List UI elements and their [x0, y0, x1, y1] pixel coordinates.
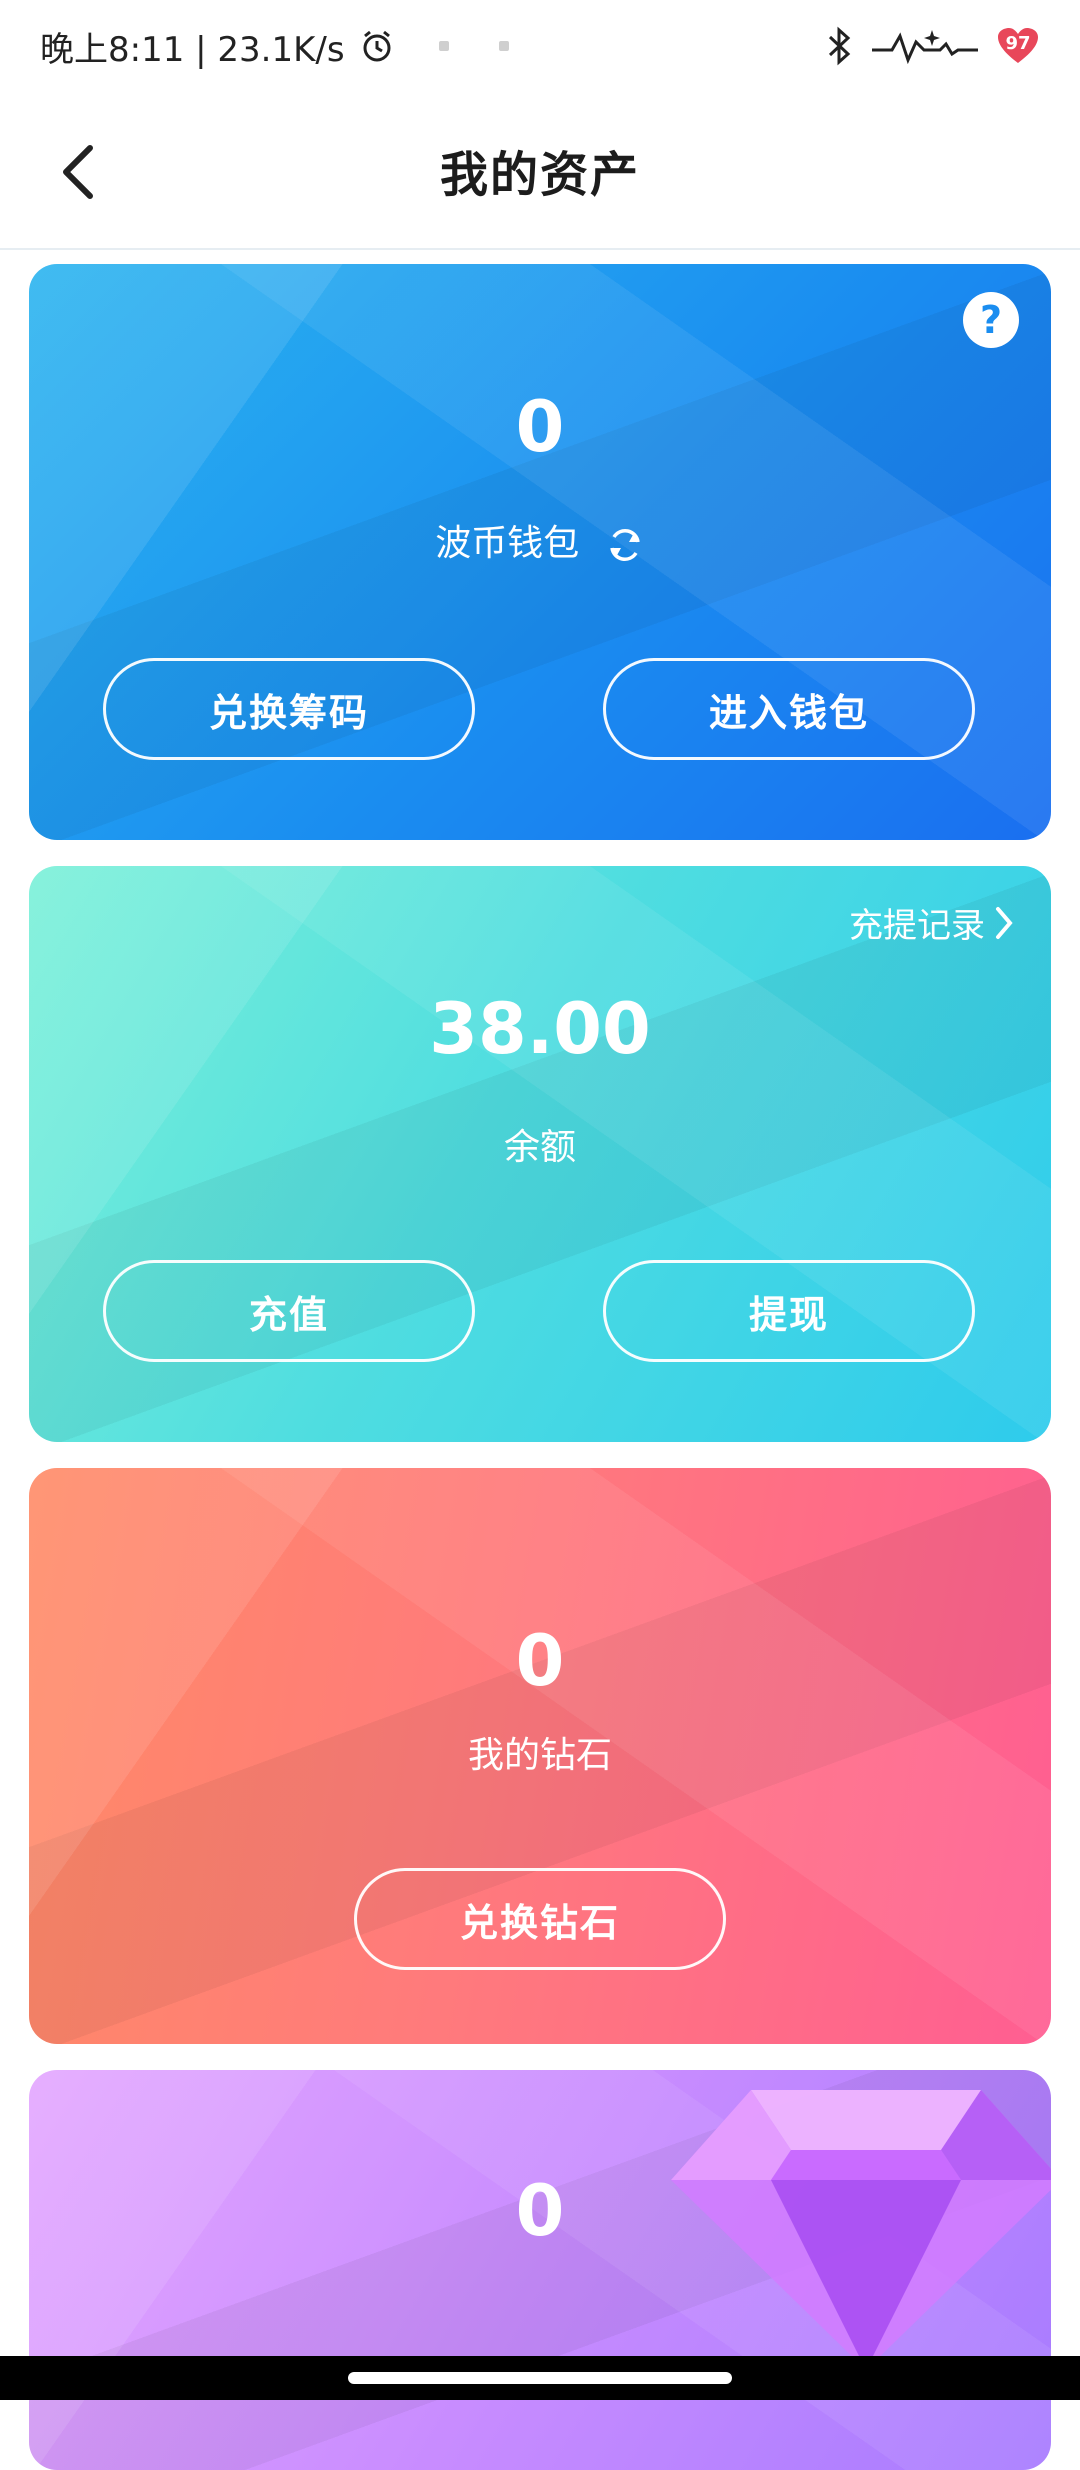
bobi-wallet-card: ? 0 波币钱包 兑换筹码 进入钱包 — [29, 264, 1051, 840]
bobi-amount: 0 — [515, 386, 565, 468]
diamond-amount: 0 — [515, 1620, 565, 1702]
chevron-right-icon — [996, 906, 1013, 939]
record-link-label: 充提记录 — [849, 906, 985, 946]
exchange-diamonds-button[interactable]: 兑换钻石 — [354, 1868, 726, 1970]
diamond-label: 我的钻石 — [467, 1735, 612, 1776]
back-button[interactable] — [48, 132, 108, 212]
notification-dot-icon — [438, 41, 449, 51]
help-icon[interactable]: ? — [963, 292, 1019, 348]
status-bar: 晚上8:11 | 23.1K/s 97 — [0, 0, 1080, 92]
fourth-asset-card: 0 — [29, 2070, 1051, 2470]
fourth-amount: 0 — [515, 2170, 565, 2252]
enter-wallet-button[interactable]: 进入钱包 — [603, 658, 975, 760]
page-title: 我的资产 — [439, 147, 640, 203]
bobi-label-row: 波币钱包 — [29, 514, 1051, 566]
status-right: 97 — [824, 26, 1040, 66]
exchange-chips-button[interactable]: 兑换筹码 — [103, 658, 475, 760]
refresh-icon[interactable] — [605, 525, 645, 565]
nav-bar: 我的资产 — [0, 92, 1080, 250]
bluetooth-icon — [828, 26, 851, 66]
battery-heart-icon: 97 — [996, 27, 1040, 65]
recharge-button[interactable]: 充值 — [103, 1260, 475, 1362]
home-indicator — [0, 2356, 1080, 2400]
heartbeat-icon — [872, 30, 978, 65]
balance-amount: 38.00 — [429, 988, 651, 1070]
diamond-card: 0 我的钻石 兑换钻石 — [29, 1468, 1051, 2044]
balance-label: 余额 — [503, 1127, 576, 1168]
recharge-withdraw-record-link[interactable]: 充提记录 — [849, 898, 1015, 947]
notification-dot-icon — [498, 41, 509, 51]
alarm-icon — [363, 30, 391, 62]
bobi-label: 波币钱包 — [435, 523, 580, 564]
status-time-speed: 晚上8:11 | 23.1K/s — [40, 29, 345, 70]
withdraw-button[interactable]: 提现 — [603, 1260, 975, 1362]
home-bar[interactable] — [348, 2372, 732, 2384]
battery-level: 97 — [1005, 33, 1031, 54]
balance-card: 充提记录 38.00 余额 充值 提现 — [29, 866, 1051, 1442]
status-left: 晚上8:11 | 23.1K/s — [40, 22, 509, 71]
chevron-left-icon — [63, 145, 93, 199]
